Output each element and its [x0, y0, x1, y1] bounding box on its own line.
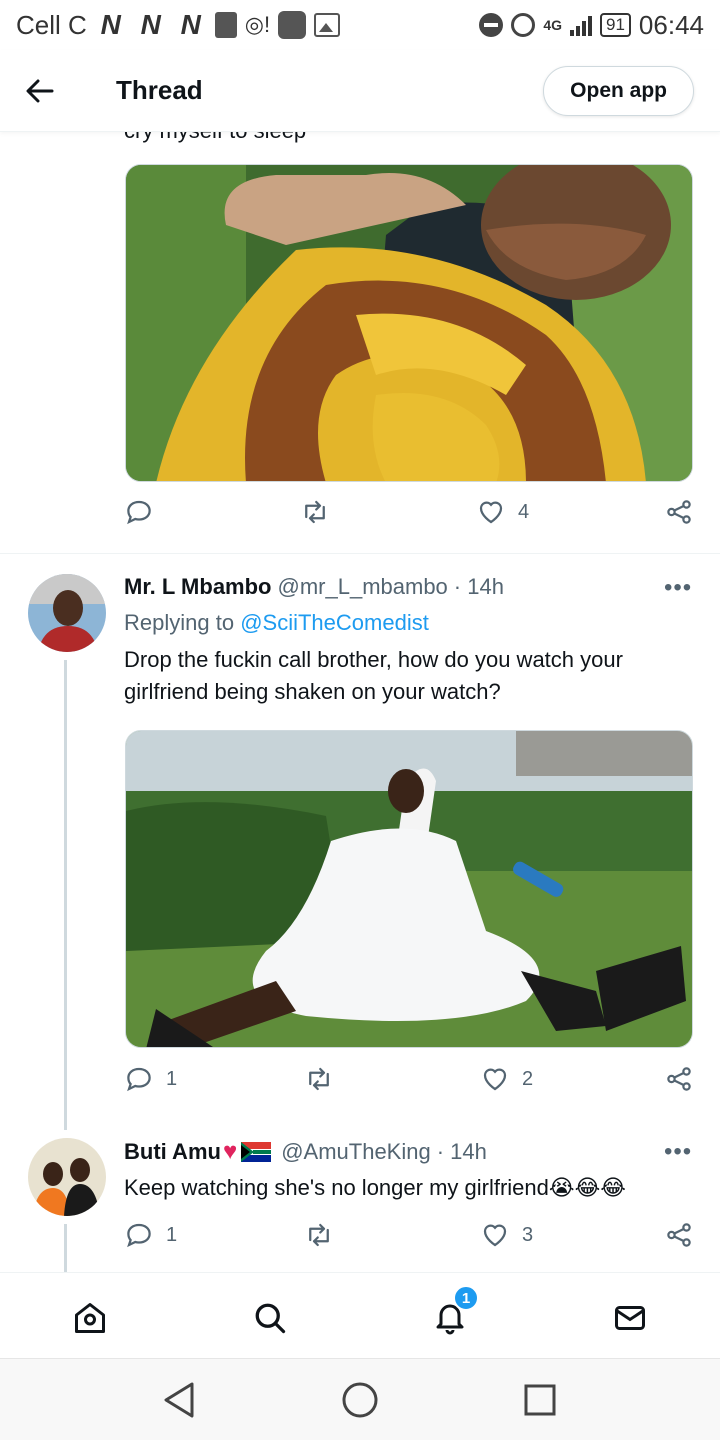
tweet-text: Drop the fuckin call brother, how do you… — [124, 647, 623, 704]
square-recents-icon — [524, 1384, 556, 1416]
app-notification-icon — [278, 11, 307, 39]
messages-icon — [615, 1306, 645, 1330]
system-home-button[interactable] — [339, 1379, 381, 1421]
hotspot-icon: ◎! — [244, 12, 271, 37]
reply-icon — [127, 1223, 151, 1248]
tweet-actions: 1 2 — [124, 1064, 694, 1104]
share-icon — [667, 1223, 691, 1247]
thread-header: Thread Open app — [0, 50, 720, 132]
reply-button[interactable]: 1 — [124, 1220, 177, 1250]
more-options-button[interactable]: ••• — [664, 1138, 692, 1166]
retweet-button[interactable] — [300, 497, 342, 527]
reply-count: 1 — [166, 1223, 178, 1246]
network-n-icon: N — [180, 9, 201, 40]
triangle-back-icon — [164, 1382, 194, 1418]
like-button[interactable]: 2 — [480, 1064, 533, 1094]
back-arrow-icon — [26, 79, 54, 102]
heart-icon — [483, 1068, 507, 1091]
page-title: Thread — [116, 75, 203, 105]
retweet-button[interactable] — [304, 1220, 346, 1250]
author-handle[interactable]: @AmuTheKing — [281, 1139, 431, 1165]
reply-icon — [127, 500, 151, 525]
signal-bars-icon — [570, 14, 592, 36]
back-button[interactable] — [0, 51, 80, 131]
nav-home[interactable] — [65, 1293, 115, 1343]
reply-button[interactable]: 1 — [124, 1064, 177, 1094]
sd-card-icon — [214, 12, 237, 38]
circle-home-icon — [342, 1382, 378, 1418]
heart-icon — [479, 501, 503, 524]
share-icon — [667, 1067, 691, 1091]
carrier-name: Cell C — [16, 9, 87, 40]
thread-connector — [64, 1224, 67, 1272]
gallery-icon — [314, 13, 341, 37]
share-button[interactable] — [664, 1220, 694, 1250]
tweet-divider — [0, 553, 720, 554]
like-count: 4 — [518, 500, 530, 523]
network-n-icon: N — [100, 9, 121, 40]
home-icon — [75, 1303, 105, 1333]
status-bar: Cell C N N N ◎! 4G 91 06:44 — [0, 0, 720, 50]
heart-icon — [483, 1224, 507, 1247]
like-button[interactable]: 3 — [480, 1220, 533, 1250]
network-n-icon: N — [140, 9, 161, 40]
alarm-icon — [511, 13, 536, 37]
south-africa-flag-icon — [241, 1142, 272, 1162]
previous-tweet-text: cry myself to sleep — [124, 132, 306, 144]
tweet-time[interactable]: · 14h — [437, 1139, 487, 1165]
nav-messages[interactable] — [605, 1293, 655, 1343]
tweet-header: Mr. L Mbambo @mr_L_mbambo · 14h — [124, 574, 504, 600]
tweet-header: Buti Amu ♥ @AmuTheKing · 14h — [124, 1138, 487, 1166]
tweet-image-honeycomb[interactable] — [125, 164, 693, 482]
avatar[interactable] — [28, 1138, 106, 1216]
like-count: 2 — [522, 1067, 534, 1090]
nav-notifications[interactable]: 1 — [425, 1285, 479, 1343]
battery-level: 91 — [600, 13, 631, 37]
network-type: 4G — [543, 17, 562, 33]
retweet-icon — [309, 1223, 329, 1247]
share-button[interactable] — [664, 1064, 694, 1094]
author-name[interactable]: Mr. L Mbambo — [124, 574, 272, 600]
replying-to: Replying to @SciiTheComedist — [124, 610, 429, 636]
heart-emoji-icon: ♥ — [222, 1138, 238, 1165]
notification-badge: 1 — [453, 1285, 479, 1311]
tweet-text: Keep watching she's no longer my girlfri… — [124, 1175, 626, 1200]
do-not-disturb-icon — [479, 13, 504, 37]
system-back-button[interactable] — [158, 1379, 200, 1421]
like-button[interactable]: 4 — [476, 497, 529, 527]
retweet-icon — [305, 500, 325, 524]
retweet-icon — [309, 1067, 329, 1091]
system-recents-button[interactable] — [519, 1379, 561, 1421]
tweet-time[interactable]: · 14h — [454, 574, 504, 600]
retweet-button[interactable] — [304, 1064, 346, 1094]
reply-button[interactable] — [124, 497, 166, 527]
like-count: 3 — [522, 1223, 534, 1246]
tweet-actions: 1 3 — [124, 1220, 694, 1260]
share-icon — [667, 500, 691, 524]
thread-content[interactable]: cry myself to sleep 4 — [0, 132, 720, 1272]
system-navigation-bar — [0, 1358, 720, 1440]
avatar[interactable] — [28, 574, 106, 652]
author-name[interactable]: Buti Amu — [124, 1139, 221, 1165]
more-options-button[interactable]: ••• — [664, 574, 692, 602]
mention-link[interactable]: @SciiTheComedist — [240, 610, 429, 635]
tweet-actions: 4 — [124, 497, 694, 537]
reply-count: 1 — [166, 1067, 178, 1090]
open-app-button[interactable]: Open app — [543, 65, 694, 116]
thread-connector — [64, 660, 67, 1130]
search-icon — [255, 1303, 286, 1334]
replying-to-label: Replying to — [124, 610, 235, 635]
clock: 06:44 — [638, 9, 704, 40]
author-handle[interactable]: @mr_L_mbambo — [278, 574, 448, 600]
tweet-image-bride[interactable] — [125, 730, 693, 1048]
bottom-navigation: 1 — [0, 1272, 720, 1358]
reply-icon — [127, 1067, 151, 1092]
share-button[interactable] — [664, 497, 694, 527]
nav-search[interactable] — [245, 1293, 295, 1343]
